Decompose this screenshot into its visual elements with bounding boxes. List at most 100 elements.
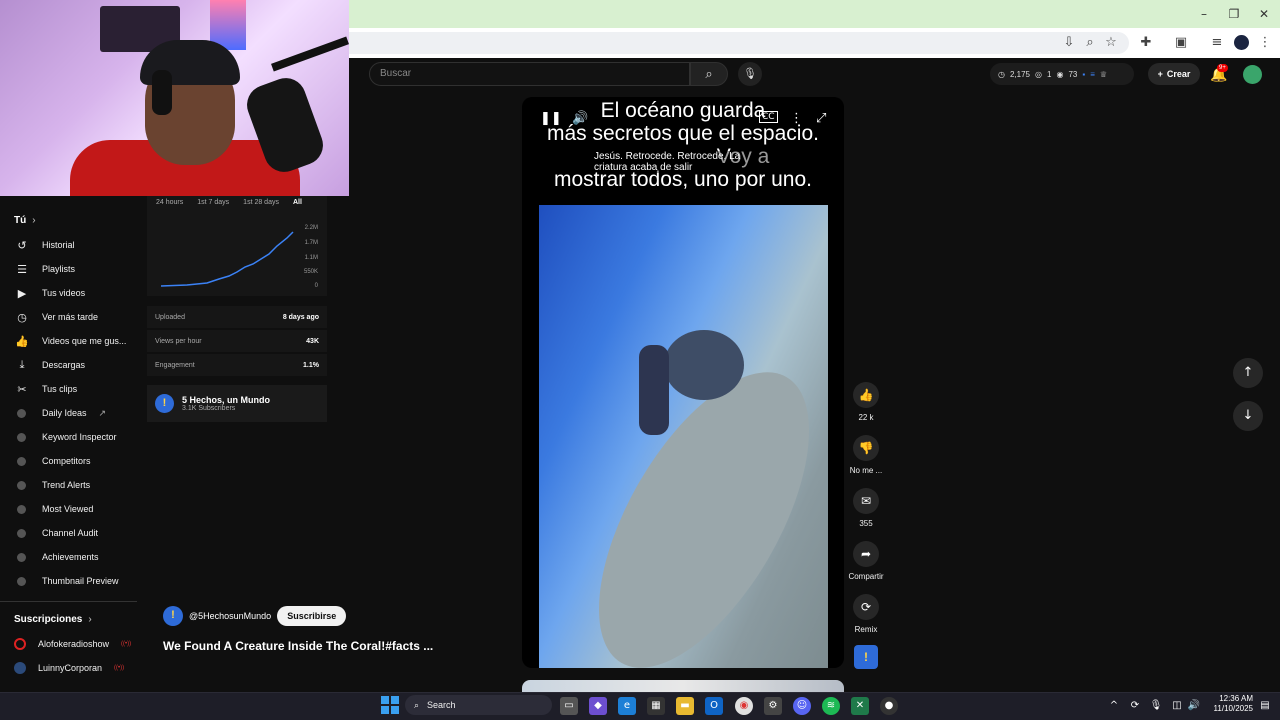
profile-avatar[interactable] — [1234, 35, 1249, 50]
trophy-icon[interactable]: ♕ — [1100, 70, 1107, 79]
sidebar-item-label: Channel Audit — [42, 528, 99, 538]
xbox-icon[interactable]: ✕ — [851, 697, 869, 715]
extensions-icon[interactable]: ✚ — [1137, 34, 1155, 52]
video-title[interactable]: We Found A Creature Inside The Coral!#fa… — [163, 639, 433, 653]
file-explorer-icon[interactable]: ▬ — [676, 697, 694, 715]
webcam-overlay — [0, 0, 349, 196]
sidebar-item-most-viewed[interactable]: Most Viewed — [14, 499, 138, 519]
install-app-icon[interactable]: ⇩ — [1060, 34, 1078, 52]
sidebar-subscriptions-heading[interactable]: Suscripciones › — [14, 614, 92, 625]
dislike-icon[interactable]: 👎 — [853, 435, 879, 461]
sidebar-item-liked-videos[interactable]: 👍 Videos que me gus... — [14, 331, 138, 351]
start-tile — [381, 706, 389, 714]
outlook-icon[interactable]: O — [705, 697, 723, 715]
minimize-icon[interactable]: – — [1196, 6, 1212, 22]
store-icon[interactable]: ▦ — [647, 697, 665, 715]
edge-icon[interactable]: e — [618, 697, 636, 715]
extension-dot-icon — [17, 432, 26, 442]
browser-menu-icon[interactable]: ⋮ — [1256, 34, 1274, 52]
voice-search-icon[interactable]: 🎙 — [738, 62, 762, 86]
channel-thumbnail-icon[interactable]: ! — [854, 645, 878, 669]
extension-dot-icon — [17, 576, 26, 586]
chrome-icon[interactable]: ◉ — [735, 697, 753, 715]
sidebar-item-tus-clips[interactable]: ✂ Tus clips — [14, 379, 138, 399]
tray-sync-icon[interactable]: ⟳ — [1126, 697, 1144, 715]
sidebar-item-competitors[interactable]: Competitors — [14, 451, 138, 471]
sidebar-item-label: Keyword Inspector — [42, 432, 117, 442]
sidebar-item-daily-ideas[interactable]: Daily Ideas ↗ — [14, 403, 138, 423]
extension-stats-pill[interactable]: ◷ 2,175 ◎ 1 ◉ 73 ▪ ≡ ♕ — [990, 63, 1134, 85]
search-icon[interactable]: ⌕ — [690, 62, 728, 86]
search-input[interactable]: Buscar — [380, 68, 411, 79]
comments-icon[interactable]: ✉ — [853, 488, 879, 514]
copilot-icon[interactable]: ◆ — [589, 697, 607, 715]
tab-7d[interactable]: 1st 7 days — [197, 199, 229, 206]
channel-card[interactable]: ! 5 Hechos, un Mundo 3.1K Subscribers — [147, 385, 327, 422]
obs-icon[interactable]: ● — [880, 697, 898, 715]
shorts-video-player[interactable]: El océano guarda más secretos que el esp… — [522, 97, 844, 668]
windows-taskbar — [0, 692, 1280, 720]
tab-24h[interactable]: 24 hours — [156, 199, 183, 206]
sidebar-item-label: Videos que me gus... — [42, 336, 127, 346]
views-growth-chart — [160, 231, 294, 287]
task-view-icon[interactable]: ▭ — [560, 697, 578, 715]
tray-chevron-icon[interactable]: ^ — [1105, 697, 1123, 715]
volume-icon[interactable]: 🔊 — [572, 111, 588, 126]
sidebar-item-ver-mas-tarde[interactable]: ◷ Ver más tarde — [14, 307, 138, 327]
sidebar-item-thumbnail-preview[interactable]: Thumbnail Preview — [14, 571, 138, 591]
captions-icon[interactable]: CC — [759, 111, 778, 123]
extension-dot-icon — [17, 408, 26, 418]
create-button[interactable]: + Crear — [1148, 63, 1200, 85]
fullscreen-icon[interactable]: ⤢ — [816, 111, 826, 126]
remix-icon[interactable]: ⟳ — [853, 594, 879, 620]
channel-handle[interactable]: @5HechosunMundo — [189, 611, 271, 621]
bookmark-star-icon[interactable]: ☆ — [1102, 34, 1120, 52]
channel-avatar-icon[interactable]: ! — [163, 606, 183, 626]
subscription-item[interactable]: LuinnyCorporan ((•)) — [14, 658, 138, 678]
playlists-icon: ☰ — [17, 262, 27, 276]
sidebar-item-trend-alerts[interactable]: Trend Alerts — [14, 475, 138, 495]
discord-icon[interactable]: ☺ — [793, 697, 811, 715]
sidebar-item-channel-audit[interactable]: Channel Audit — [14, 523, 138, 543]
sidebar-item-playlists[interactable]: ☰ Playlists — [14, 259, 138, 279]
analytics-tabs: 24 hours 1st 7 days 1st 28 days All — [156, 199, 302, 206]
next-short-preview[interactable] — [522, 680, 844, 692]
search-box[interactable]: Buscar — [369, 62, 690, 86]
tab-all[interactable]: All — [293, 199, 302, 206]
subscription-item[interactable]: Alofokeradioshow ((•)) — [14, 634, 138, 654]
pause-icon[interactable]: ❚❚ — [540, 111, 562, 126]
media-control-icon[interactable]: ≡ — [1208, 34, 1226, 52]
volume-icon[interactable]: 🔊 — [1185, 697, 1203, 715]
taskbar-clock[interactable]: 12:36 AM 11/10/2025 — [1205, 694, 1253, 714]
tab-search-icon[interactable]: ▣ — [1172, 34, 1190, 52]
share-icon[interactable]: ➦ — [853, 541, 879, 567]
close-icon[interactable]: ✕ — [1256, 6, 1272, 22]
network-icon[interactable]: ◫ — [1168, 697, 1186, 715]
subscribe-button[interactable]: Suscribirse — [277, 606, 347, 626]
account-avatar[interactable] — [1243, 65, 1262, 84]
sidebar-item-tus-videos[interactable]: ▶ Tus videos — [14, 283, 138, 303]
sidebar-you-heading[interactable]: Tú › — [14, 215, 36, 226]
windows-start-icon[interactable] — [381, 696, 399, 714]
like-icon[interactable]: 👍 — [853, 382, 879, 408]
app-icon[interactable]: ⚙ — [764, 697, 782, 715]
more-options-icon[interactable]: ⋮ — [790, 111, 803, 126]
taskbar-search[interactable]: ⌕ Search — [405, 695, 552, 715]
metric-label: Engagement — [155, 361, 195, 369]
previous-short-icon[interactable]: ↑ — [1233, 358, 1263, 388]
extension-icon[interactable]: ▪ — [1082, 70, 1085, 79]
zoom-icon[interactable]: ⌕ — [1081, 34, 1099, 52]
spotify-icon[interactable]: ≋ — [822, 697, 840, 715]
sidebar-item-achievements[interactable]: Achievements — [14, 547, 138, 567]
next-short-icon[interactable]: ↓ — [1233, 401, 1263, 431]
microphone-icon[interactable]: 🎙 — [1147, 697, 1165, 715]
notification-center-icon[interactable]: ▤ — [1256, 697, 1274, 715]
restore-icon[interactable]: ❐ — [1226, 6, 1242, 22]
sidebar-item-keyword-inspector[interactable]: Keyword Inspector — [14, 427, 138, 447]
extension-dot-icon — [17, 480, 26, 490]
sidebar-item-descargas[interactable]: ⤓ Descargas — [14, 355, 138, 375]
address-bar[interactable] — [349, 32, 1129, 54]
sidebar-item-historial[interactable]: ↺ Historial — [14, 235, 138, 255]
tab-28d[interactable]: 1st 28 days — [243, 199, 279, 206]
extension-icon-2[interactable]: ≡ — [1090, 70, 1095, 79]
